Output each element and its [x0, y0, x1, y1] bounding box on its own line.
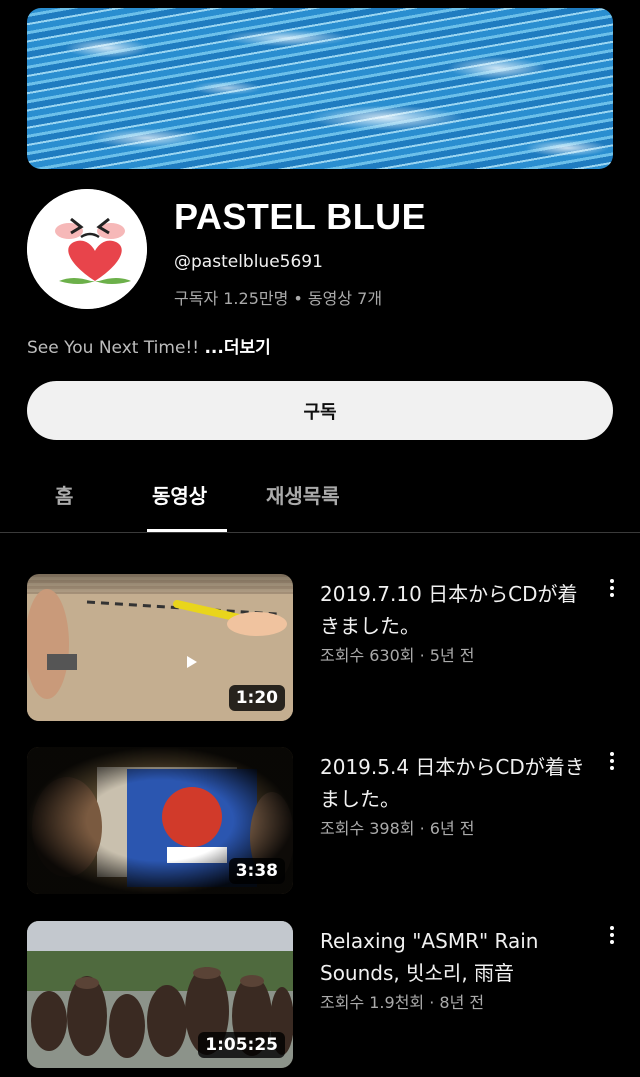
video-item[interactable]: 1:20 2019.7.10 日本からCDが着きました。 조회수 630회 · …: [0, 574, 640, 724]
more-options-icon[interactable]: [600, 923, 624, 951]
active-tab-indicator: [147, 529, 227, 532]
video-title[interactable]: 2019.7.10 日本からCDが着きました。: [320, 578, 590, 642]
video-meta: 조회수 630회 · 5년 전: [320, 646, 475, 665]
more-link[interactable]: ...더보기: [204, 338, 270, 358]
channel-page: PASTEL BLUE @pastelblue5691 구독자 1.25만명 •…: [0, 0, 640, 1077]
video-thumbnail[interactable]: 1:20: [27, 574, 293, 721]
avatar[interactable]: [27, 189, 147, 309]
tab-playlists[interactable]: 재생목록: [266, 480, 340, 509]
more-options-icon[interactable]: [600, 576, 624, 604]
video-title[interactable]: Relaxing "ASMR" Rain Sounds, 빗소리, 雨音: [320, 925, 590, 989]
video-thumbnail[interactable]: 3:38: [27, 747, 293, 894]
video-duration: 1:20: [228, 685, 285, 711]
tab-videos[interactable]: 동영상: [152, 480, 207, 509]
avatar-face-icon: [27, 189, 147, 309]
video-item[interactable]: 1:05:25 Relaxing "ASMR" Rain Sounds, 빗소리…: [0, 921, 640, 1071]
description-text: See You Next Time!!: [27, 338, 200, 358]
video-duration: 1:05:25: [198, 1032, 285, 1058]
channel-stats: 구독자 1.25만명 • 동영상 7개: [174, 289, 383, 308]
channel-banner: [27, 8, 613, 169]
tab-home[interactable]: 홈: [55, 480, 73, 509]
video-duration: 3:38: [228, 858, 285, 884]
channel-tabs: 홈 동영상 재생목록: [0, 470, 640, 533]
subscribe-button[interactable]: 구독: [27, 381, 613, 440]
video-thumbnail[interactable]: 1:05:25: [27, 921, 293, 1068]
video-meta: 조회수 1.9천회 · 8년 전: [320, 993, 485, 1012]
video-title[interactable]: 2019.5.4 日本からCDが着きました。: [320, 751, 590, 815]
channel-name: PASTEL BLUE: [174, 196, 427, 237]
channel-handle: @pastelblue5691: [174, 252, 323, 272]
video-item[interactable]: 3:38 2019.5.4 日本からCDが着きました。 조회수 398회 · 6…: [0, 747, 640, 897]
video-meta: 조회수 398회 · 6년 전: [320, 819, 475, 838]
more-options-icon[interactable]: [600, 749, 624, 777]
channel-description[interactable]: See You Next Time!! ...더보기: [27, 333, 271, 358]
